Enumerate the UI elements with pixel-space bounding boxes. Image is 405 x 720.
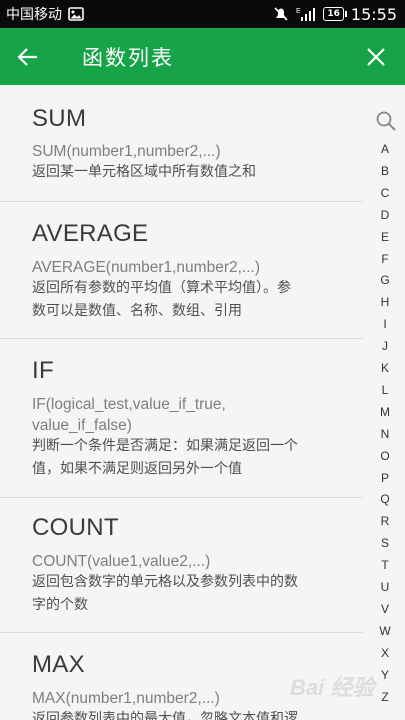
function-description: 返回所有参数的平均值（算术平均值）。参 <box>32 280 291 296</box>
index-letter-v[interactable]: V <box>365 602 405 616</box>
index-letter-b[interactable]: B <box>365 164 405 178</box>
function-description: 返回某一单元格区域中所有数值之和 <box>32 164 256 180</box>
watermark: Bai 经验 <box>290 675 375 700</box>
index-letter-l[interactable]: L <box>365 383 405 397</box>
search-icon[interactable] <box>375 110 397 132</box>
close-button[interactable] <box>347 28 405 85</box>
close-icon <box>367 47 385 66</box>
function-name: COUNT <box>32 514 119 541</box>
function-description: 数可以是数值、名称、数组、引用 <box>32 303 242 319</box>
image-icon <box>68 7 84 21</box>
function-description: 判断一个条件是否满足：如果满足返回一个 <box>32 438 298 454</box>
index-letter-n[interactable]: N <box>365 427 405 441</box>
index-letter-m[interactable]: M <box>365 405 405 419</box>
function-syntax: AVERAGE(number1,number2,...) <box>32 259 260 276</box>
back-button[interactable] <box>0 28 56 85</box>
list-item-count[interactable]: COUNT COUNT(value1,value2,...) 返回包含数字的单元… <box>0 498 363 633</box>
list-item-if[interactable]: IF IF(logical_test,value_if_true, value_… <box>0 339 363 498</box>
function-description: 字的个数 <box>32 597 88 613</box>
function-syntax: IF(logical_test,value_if_true, <box>32 396 226 413</box>
index-letter-k[interactable]: K <box>365 361 405 375</box>
battery-indicator: 16 <box>323 7 347 21</box>
index-letter-q[interactable]: Q <box>365 492 405 506</box>
function-name: SUM <box>32 105 87 132</box>
index-letter-s[interactable]: S <box>365 536 405 550</box>
list-item-sum[interactable]: SUM SUM(number1,number2,...) 返回某一单元格区域中所… <box>0 85 363 202</box>
function-description: 值，如果不满足则返回另外一个值 <box>32 461 242 477</box>
function-name: IF <box>32 357 54 384</box>
signal-icon: E <box>296 6 316 22</box>
index-letter-t[interactable]: T <box>365 558 405 572</box>
index-letter-u[interactable]: U <box>365 580 405 594</box>
clock: 15:55 <box>350 4 397 24</box>
index-letter-c[interactable]: C <box>365 186 405 200</box>
index-letter-w[interactable]: W <box>365 624 405 638</box>
status-bar: 中国移动 E 16 15:55 <box>0 0 405 28</box>
function-name: AVERAGE <box>32 220 149 247</box>
index-letter-a[interactable]: A <box>365 142 405 156</box>
index-letter-o[interactable]: O <box>365 449 405 463</box>
index-letter-d[interactable]: D <box>365 208 405 222</box>
function-description: 返回参数列表中的最大值，忽略文本值和逻 <box>32 711 298 720</box>
page-title: 函数列表 <box>82 45 174 70</box>
index-letter-p[interactable]: P <box>365 471 405 485</box>
function-list: SUM SUM(number1,number2,...) 返回某一单元格区域中所… <box>0 85 405 720</box>
index-letter-f[interactable]: F <box>365 252 405 266</box>
battery-level: 16 <box>327 9 340 19</box>
alphabet-index[interactable]: ABCDEFGHIJKLMNOPQRSTUVWXYZ <box>365 106 405 720</box>
function-description: 返回包含数字的单元格以及参数列表中的数 <box>32 574 298 590</box>
function-syntax: COUNT(value1,value2,...) <box>32 553 211 570</box>
index-letter-e[interactable]: E <box>365 230 405 244</box>
app-bar: 函数列表 <box>0 28 405 85</box>
carrier-label: 中国移动 <box>6 7 62 23</box>
mute-icon <box>273 6 289 22</box>
index-letter-h[interactable]: H <box>365 295 405 309</box>
signal-label: E <box>296 8 301 15</box>
index-letter-g[interactable]: G <box>365 273 405 287</box>
function-syntax: SUM(number1,number2,...) <box>32 143 221 160</box>
index-letter-r[interactable]: R <box>365 514 405 528</box>
index-letter-i[interactable]: I <box>365 317 405 331</box>
index-letter-x[interactable]: X <box>365 646 405 660</box>
arrow-left-icon <box>17 47 37 66</box>
list-item-average[interactable]: AVERAGE AVERAGE(number1,number2,...) 返回所… <box>0 202 363 339</box>
index-letter-j[interactable]: J <box>365 339 405 353</box>
function-syntax: value_if_false) <box>32 417 132 434</box>
